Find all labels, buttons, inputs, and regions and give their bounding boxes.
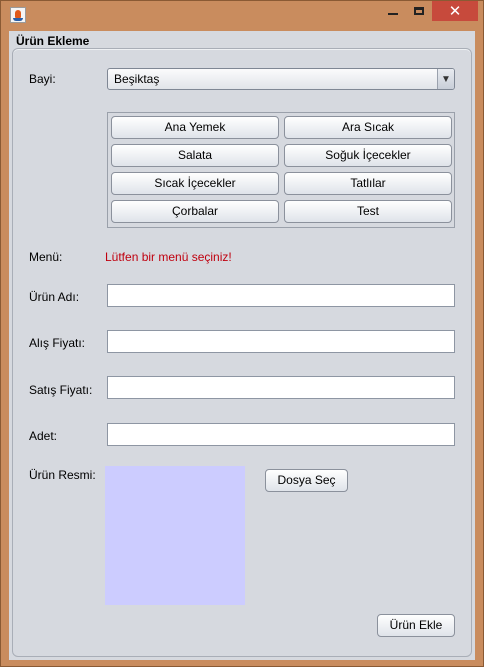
satis-fiyati-input[interactable] [107,376,455,399]
add-product-button[interactable]: Ürün Ekle [377,614,455,637]
bayi-label: Bayi: [29,72,56,86]
alis-fiyati-input[interactable] [107,330,455,353]
minimize-icon [388,13,398,15]
urun-adi-input[interactable] [107,284,455,307]
choose-file-button[interactable]: Dosya Seç [265,469,348,492]
maximize-button[interactable] [406,1,432,21]
satis-fiyati-label: Satış Fiyatı: [29,383,93,397]
adet-label: Adet: [29,429,58,443]
close-button[interactable]: ✕ [432,1,478,21]
minimize-button[interactable] [380,1,406,21]
urun-resmi-label: Ürün Resmi: [29,468,96,482]
maximize-icon [414,7,424,15]
category-button-ana-yemek[interactable]: Ana Yemek [111,116,279,139]
adet-input[interactable] [107,423,455,446]
menu-label: Menü: [29,250,63,264]
bayi-selected-value: Beşiktaş [114,72,160,86]
category-panel: Ana Yemek Ara Sıcak Salata Soğuk İçecekl… [107,112,455,228]
alis-fiyati-label: Alış Fiyatı: [29,336,86,350]
category-button-corbalar[interactable]: Çorbalar [111,200,279,223]
app-window: ✕ Ürün Ekleme Bayi: Beşiktaş ▼ Ana Yemek… [0,0,484,667]
product-image-preview [105,466,245,605]
chevron-down-icon[interactable]: ▼ [437,69,454,89]
category-button-tatlilar[interactable]: Tatlılar [284,172,452,195]
category-button-soguk-icecekler[interactable]: Soğuk İçecekler [284,144,452,167]
title-bar[interactable]: ✕ [1,1,483,31]
category-button-salata[interactable]: Salata [111,144,279,167]
java-cup-icon [10,7,26,23]
form-content: Ürün Ekleme Bayi: Beşiktaş ▼ Ana Yemek A… [9,31,475,660]
category-button-test[interactable]: Test [284,200,452,223]
category-button-sicak-icecekler[interactable]: Sıcak İçecekler [111,172,279,195]
menu-status-message: Lütfen bir menü seçiniz! [105,250,232,264]
bayi-select[interactable]: Beşiktaş ▼ [107,68,455,90]
urun-adi-label: Ürün Adı: [29,290,80,304]
group-title: Ürün Ekleme [16,34,90,48]
category-button-ara-sicak[interactable]: Ara Sıcak [284,116,452,139]
